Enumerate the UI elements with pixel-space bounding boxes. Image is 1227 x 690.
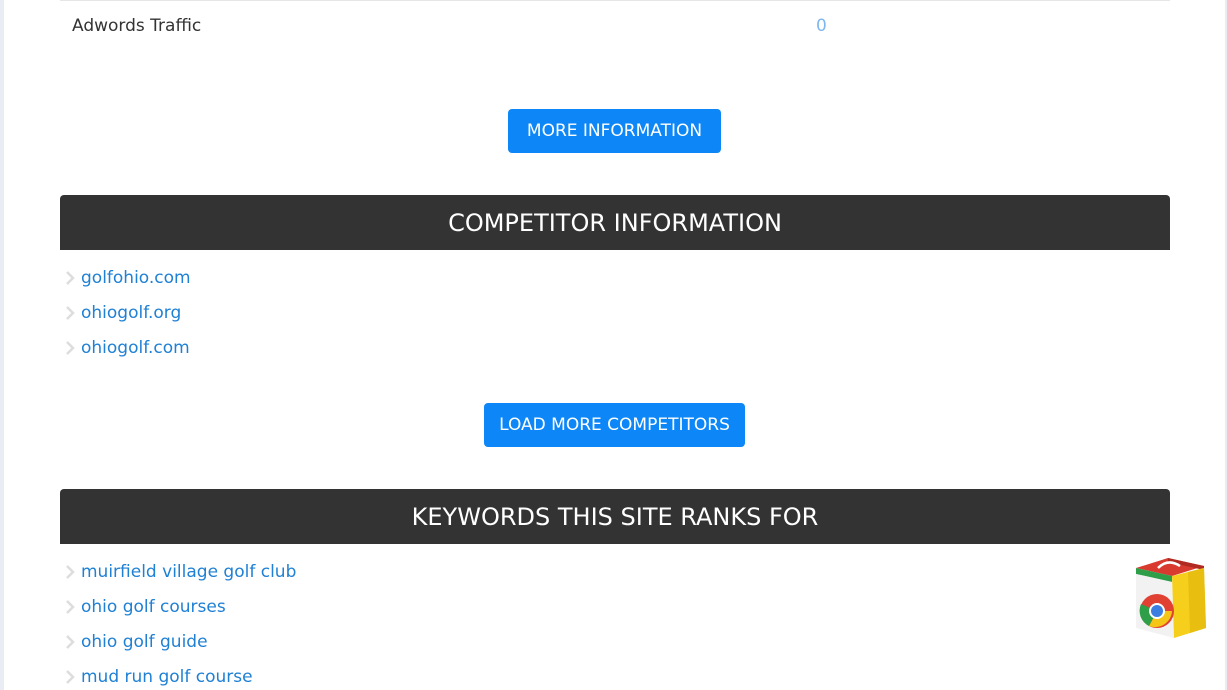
- list-item: muirfield village golf club: [60, 555, 760, 590]
- list-item: mud run golf course: [60, 660, 760, 690]
- list-item: golfohio.com: [60, 261, 760, 296]
- chevron-right-icon: [66, 565, 75, 579]
- list-item: ohiogolf.com: [60, 331, 760, 366]
- keyword-link[interactable]: ohio golf guide: [81, 625, 208, 660]
- chrome-web-store-icon[interactable]: [1128, 556, 1214, 642]
- competitor-section-title: COMPETITOR INFORMATION: [448, 209, 782, 237]
- chevron-right-icon: [66, 341, 75, 355]
- competitor-list: golfohio.com ohiogolf.org ohiogolf.com: [60, 261, 760, 366]
- competitor-link[interactable]: ohiogolf.com: [81, 331, 190, 366]
- chevron-right-icon: [66, 635, 75, 649]
- chevron-right-icon: [66, 271, 75, 285]
- list-item: ohiogolf.org: [60, 296, 760, 331]
- keyword-link[interactable]: mud run golf course: [81, 660, 253, 690]
- keyword-list: muirfield village golf club ohio golf co…: [60, 555, 760, 690]
- page: Adwords Traffic 0 MORE INFORMATION COMPE…: [4, 0, 1225, 690]
- list-item: ohio golf guide: [60, 625, 760, 660]
- keywords-section-header: KEYWORDS THIS SITE RANKS FOR: [60, 489, 1170, 544]
- competitor-section-header: COMPETITOR INFORMATION: [60, 195, 1170, 250]
- load-more-competitors-button[interactable]: LOAD MORE COMPETITORS: [484, 403, 745, 447]
- traffic-label: Adwords Traffic: [72, 16, 202, 36]
- competitor-link[interactable]: golfohio.com: [81, 261, 191, 296]
- chevron-right-icon: [66, 306, 75, 320]
- keyword-link[interactable]: muirfield village golf club: [81, 555, 296, 590]
- chevron-right-icon: [66, 670, 75, 684]
- list-item: ohio golf courses: [60, 590, 760, 625]
- keyword-link[interactable]: ohio golf courses: [81, 590, 226, 625]
- chevron-right-icon: [66, 600, 75, 614]
- traffic-value: 0: [816, 16, 827, 36]
- more-information-button[interactable]: MORE INFORMATION: [508, 109, 721, 153]
- competitor-link[interactable]: ohiogolf.org: [81, 296, 181, 331]
- traffic-row: Adwords Traffic 0: [60, 1, 1170, 51]
- keywords-section-title: KEYWORDS THIS SITE RANKS FOR: [411, 503, 819, 531]
